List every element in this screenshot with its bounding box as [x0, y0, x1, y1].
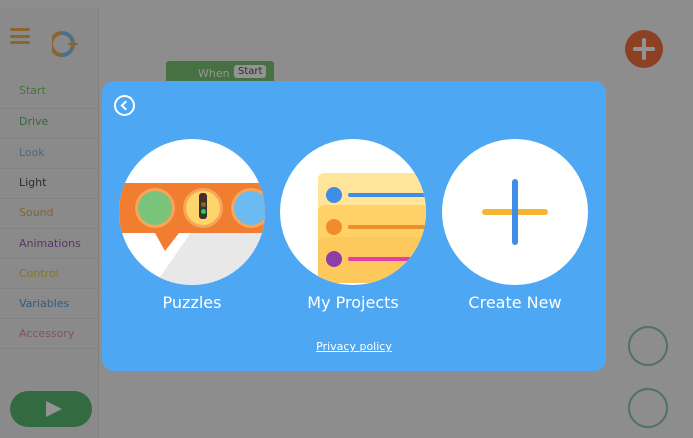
traffic-light	[199, 193, 207, 219]
project-line	[348, 257, 426, 261]
privacy-policy-link[interactable]: Privacy policy	[102, 340, 606, 353]
puzzles-tile[interactable]	[119, 139, 265, 285]
project-card	[318, 237, 426, 283]
back-icon[interactable]	[114, 95, 135, 116]
robot-icon	[231, 188, 265, 228]
puzzles-label[interactable]: Puzzles	[119, 293, 265, 312]
minus-icon	[326, 251, 342, 267]
project-line	[348, 193, 426, 197]
character-icon	[135, 188, 175, 228]
project-line	[348, 225, 426, 229]
check-icon	[326, 187, 342, 203]
project-chooser-dialog: Puzzles My Projects Create New Privacy p…	[102, 81, 606, 371]
create-new-label[interactable]: Create New	[442, 293, 588, 312]
my-projects-tile[interactable]	[280, 139, 426, 285]
my-projects-label[interactable]: My Projects	[280, 293, 426, 312]
speech-tail	[155, 233, 179, 251]
minus-icon	[326, 219, 342, 235]
plus-icon	[512, 179, 518, 245]
create-new-tile[interactable]	[442, 139, 588, 285]
